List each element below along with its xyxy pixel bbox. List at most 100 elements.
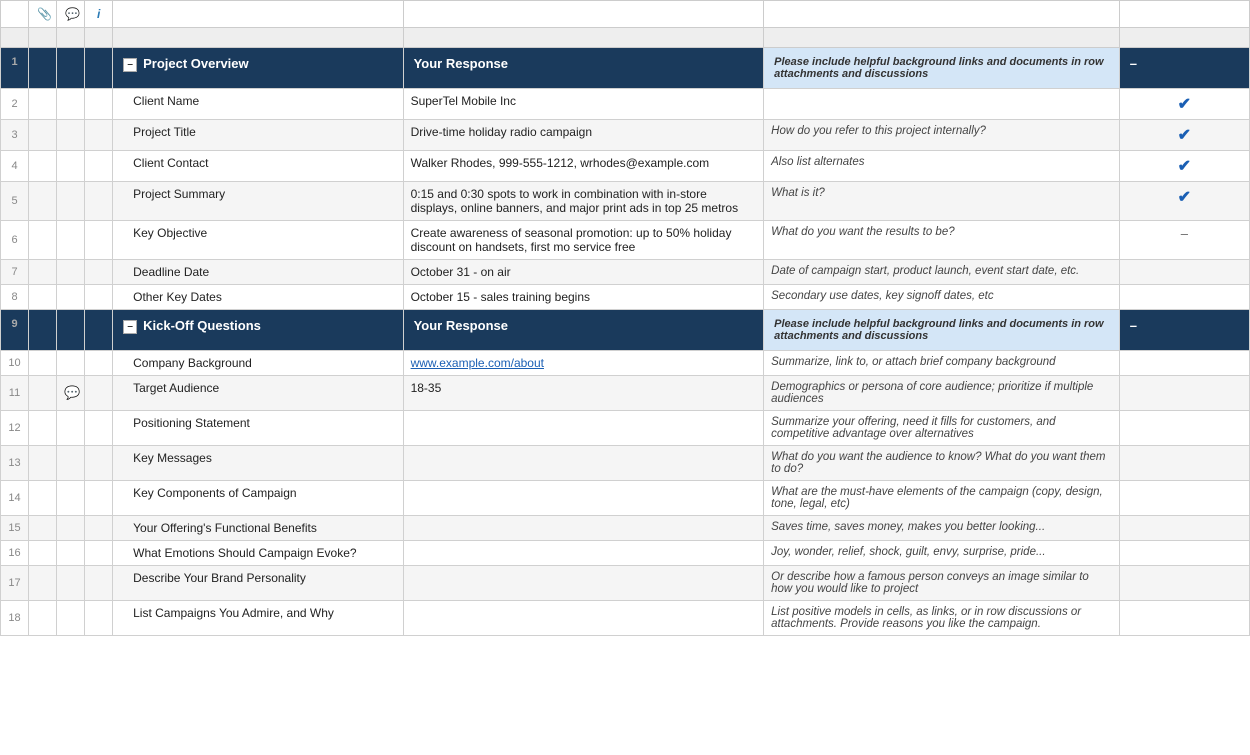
info-cell[interactable]: [85, 351, 113, 376]
instructions-cell: [764, 89, 1120, 120]
attach-cell[interactable]: [29, 182, 57, 221]
checkmark-icon: ✔: [1178, 158, 1191, 175]
attach-cell[interactable]: [29, 566, 57, 601]
instructions-cell: Summarize, link to, or attach brief comp…: [764, 351, 1120, 376]
agency-cell: [1119, 376, 1249, 411]
info-cell[interactable]: [85, 89, 113, 120]
response-cell[interactable]: SuperTel Mobile Inc: [403, 89, 764, 120]
info-cell[interactable]: [85, 481, 113, 516]
response-cell[interactable]: 18-35: [403, 376, 764, 411]
row-number: 5: [1, 182, 29, 221]
info-cell[interactable]: [85, 182, 113, 221]
info-cell[interactable]: [85, 566, 113, 601]
info-cell[interactable]: [85, 446, 113, 481]
comment-cell[interactable]: [57, 411, 85, 446]
info-cell[interactable]: [85, 151, 113, 182]
attach-cell[interactable]: [29, 481, 57, 516]
action-item-cell: Describe Your Brand Personality: [113, 566, 403, 601]
attach-cell[interactable]: [29, 446, 57, 481]
response-cell[interactable]: October 31 - on air: [403, 260, 764, 285]
response-cell[interactable]: [403, 541, 764, 566]
checkmark-icon: ✔: [1178, 96, 1191, 113]
comment-cell[interactable]: [57, 151, 85, 182]
info-cell[interactable]: [85, 541, 113, 566]
row-number: 10: [1, 351, 29, 376]
table-row: 11💬Target Audience18-35Demographics or p…: [1, 376, 1250, 411]
attach-cell[interactable]: [29, 89, 57, 120]
response-cell[interactable]: [403, 601, 764, 636]
agency-cell: [1119, 516, 1249, 541]
comment-cell[interactable]: [57, 285, 85, 310]
response-cell[interactable]: Walker Rhodes, 999-555-1212, wrhodes@exa…: [403, 151, 764, 182]
attach-cell[interactable]: [29, 376, 57, 411]
response-cell[interactable]: October 15 - sales training begins: [403, 285, 764, 310]
comment-cell[interactable]: [57, 351, 85, 376]
comment-cell[interactable]: [57, 566, 85, 601]
info-cell[interactable]: [85, 516, 113, 541]
comment-cell[interactable]: [57, 260, 85, 285]
attach-cell[interactable]: [29, 260, 57, 285]
agency-cell: ✔: [1119, 182, 1249, 221]
attach-cell[interactable]: [29, 411, 57, 446]
response-cell[interactable]: [403, 481, 764, 516]
comment-cell[interactable]: [57, 221, 85, 260]
collapse-icon[interactable]: –: [123, 320, 137, 334]
instructions-cell: Or describe how a famous person conveys …: [764, 566, 1120, 601]
agency-cell: [1119, 411, 1249, 446]
collapse-icon[interactable]: –: [123, 58, 137, 72]
agency-cell: [1119, 481, 1249, 516]
info-cell[interactable]: [85, 376, 113, 411]
table-row: 10Company Backgroundwww.example.com/abou…: [1, 351, 1250, 376]
response-cell[interactable]: [403, 516, 764, 541]
comment-cell[interactable]: [57, 120, 85, 151]
row-number-header: [1, 1, 29, 28]
section-instructions-note: Please include helpful background links …: [764, 48, 1120, 89]
comment-cell[interactable]: [57, 601, 85, 636]
attach-cell[interactable]: [29, 351, 57, 376]
comment-cell[interactable]: [57, 516, 85, 541]
response-cell[interactable]: [403, 566, 764, 601]
table-row: 12Positioning StatementSummarize your of…: [1, 411, 1250, 446]
section-label-cell[interactable]: –Project Overview: [113, 48, 403, 89]
instructions-cell: Secondary use dates, key signoff dates, …: [764, 285, 1120, 310]
response-cell[interactable]: Create awareness of seasonal promotion: …: [403, 221, 764, 260]
response-link[interactable]: www.example.com/about: [411, 356, 544, 370]
info-cell[interactable]: [85, 411, 113, 446]
h2-agency: [1119, 28, 1249, 48]
info-cell[interactable]: [85, 260, 113, 285]
attach-cell[interactable]: [29, 285, 57, 310]
section-icon-2: [85, 310, 113, 351]
section-header-kickoff-questions: 9–Kick-Off QuestionsYour ResponsePlease …: [1, 310, 1250, 351]
response-cell[interactable]: Drive-time holiday radio campaign: [403, 120, 764, 151]
info-cell[interactable]: [85, 601, 113, 636]
attach-cell[interactable]: [29, 516, 57, 541]
row-number: 2: [1, 89, 29, 120]
response-cell[interactable]: [403, 446, 764, 481]
section-label-cell[interactable]: –Kick-Off Questions: [113, 310, 403, 351]
comment-cell[interactable]: 💬: [57, 376, 85, 411]
info-cell[interactable]: [85, 221, 113, 260]
action-item-cell: Your Offering's Functional Benefits: [113, 516, 403, 541]
response-cell[interactable]: 0:15 and 0:30 spots to work in combinati…: [403, 182, 764, 221]
attach-cell[interactable]: [29, 151, 57, 182]
table-row: 14Key Components of CampaignWhat are the…: [1, 481, 1250, 516]
h2-comment: [57, 28, 85, 48]
comment-cell[interactable]: [57, 541, 85, 566]
comment-cell[interactable]: [57, 182, 85, 221]
comment-cell[interactable]: [57, 481, 85, 516]
table-row: 16What Emotions Should Campaign Evoke?Jo…: [1, 541, 1250, 566]
dash-icon: –: [1181, 226, 1188, 241]
action-item-cell: Client Contact: [113, 151, 403, 182]
info-cell[interactable]: [85, 285, 113, 310]
comment-cell[interactable]: [57, 89, 85, 120]
response-cell[interactable]: www.example.com/about: [403, 351, 764, 376]
response-cell[interactable]: [403, 411, 764, 446]
attach-cell[interactable]: [29, 601, 57, 636]
info-cell[interactable]: [85, 120, 113, 151]
attach-cell[interactable]: [29, 541, 57, 566]
attach-cell[interactable]: [29, 120, 57, 151]
attach-cell[interactable]: [29, 221, 57, 260]
comment-cell[interactable]: [57, 446, 85, 481]
h2-attach: [29, 28, 57, 48]
instructions-cell: Date of campaign start, product launch, …: [764, 260, 1120, 285]
